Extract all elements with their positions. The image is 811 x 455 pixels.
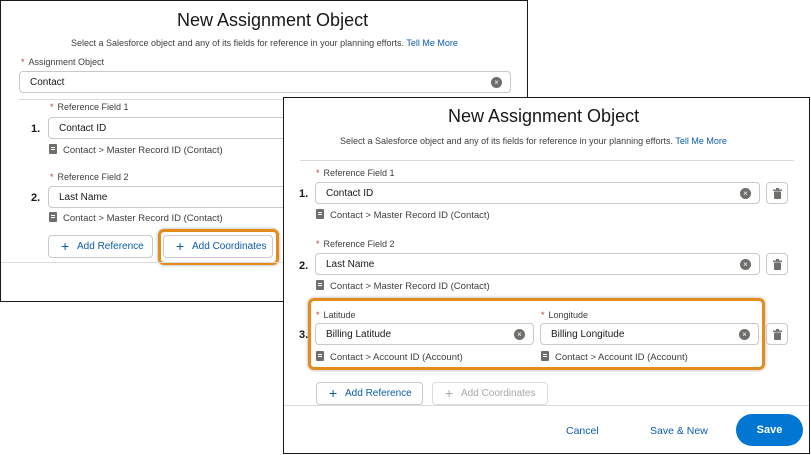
clear-icon[interactable]: × [740,259,751,270]
reference-field-1-label: * Reference Field 1 [316,168,395,178]
plus-icon: + [329,385,338,401]
row-number-2: 2. [31,192,41,204]
longitude-label: * Longitude [541,310,589,320]
tell-me-more-link[interactable]: Tell Me More [406,38,458,48]
save-button[interactable]: Save [736,414,803,446]
row-number-3: 3. [299,329,309,341]
field-icon [49,212,57,222]
dialog-title: New Assignment Object [177,10,369,30]
assignment-object-field[interactable]: Contact × [19,71,511,93]
dialog-subtitle: Select a Salesforce object and any of it… [71,38,458,48]
trash-icon [773,329,782,340]
footer-divider [284,405,809,406]
reference-field-2-input[interactable]: Last Name × [315,253,760,275]
latitude-label: * Latitude [316,310,356,320]
trash-icon [773,188,782,199]
reference-field-2-path: Contact > Master Record ID (Contact) [49,212,223,224]
latitude-input[interactable]: Billing Latitude × [315,323,534,345]
dialog-title: New Assignment Object [448,106,640,126]
dialog-subtitle: Select a Salesforce object and any of it… [340,136,727,146]
delete-reference-1-button[interactable] [766,182,788,204]
row-number-1: 1. [299,188,309,200]
assignment-object-label: * Assignment Object [21,57,105,67]
clear-icon[interactable]: × [491,77,502,88]
field-icon [541,351,549,361]
add-reference-button[interactable]: + Add Reference [48,235,153,258]
divider [300,160,794,161]
row-number-2: 2. [299,260,309,272]
reference-field-1-label: * Reference Field 1 [50,102,129,112]
save-new-button[interactable]: Save & New [650,425,708,437]
clear-icon[interactable]: × [739,329,750,340]
trash-icon [773,259,782,270]
longitude-path: Contact > Account ID (Account) [541,351,688,363]
front-dialog: New Assignment Object Select a Salesforc… [283,97,810,454]
longitude-input[interactable]: Billing Longitude × [540,323,759,345]
delete-coordinates-button[interactable] [766,323,788,345]
row-number-1: 1. [31,123,41,135]
plus-icon: + [61,238,70,254]
reference-field-1-path: Contact > Master Record ID (Contact) [49,144,223,156]
field-icon [316,280,324,290]
reference-field-2-label: * Reference Field 2 [316,239,395,249]
field-icon [316,209,324,219]
reference-field-2-label: * Reference Field 2 [50,172,129,182]
plus-icon: + [445,385,454,401]
latitude-path: Contact > Account ID (Account) [316,351,463,363]
add-coordinates-button[interactable]: + Add Coordinates [432,382,548,405]
cancel-button[interactable]: Cancel [566,425,599,437]
reference-field-1-input[interactable]: Contact ID × [315,182,760,204]
tell-me-more-link[interactable]: Tell Me More [675,136,727,146]
delete-reference-2-button[interactable] [766,253,788,275]
field-icon [316,351,324,361]
field-icon [49,144,57,154]
reference-field-1-path: Contact > Master Record ID (Contact) [316,209,490,221]
add-reference-button[interactable]: + Add Reference [316,382,423,405]
highlight-add-coordinates [158,229,279,265]
reference-field-2-path: Contact > Master Record ID (Contact) [316,280,490,292]
clear-icon[interactable]: × [514,329,525,340]
clear-icon[interactable]: × [740,188,751,199]
